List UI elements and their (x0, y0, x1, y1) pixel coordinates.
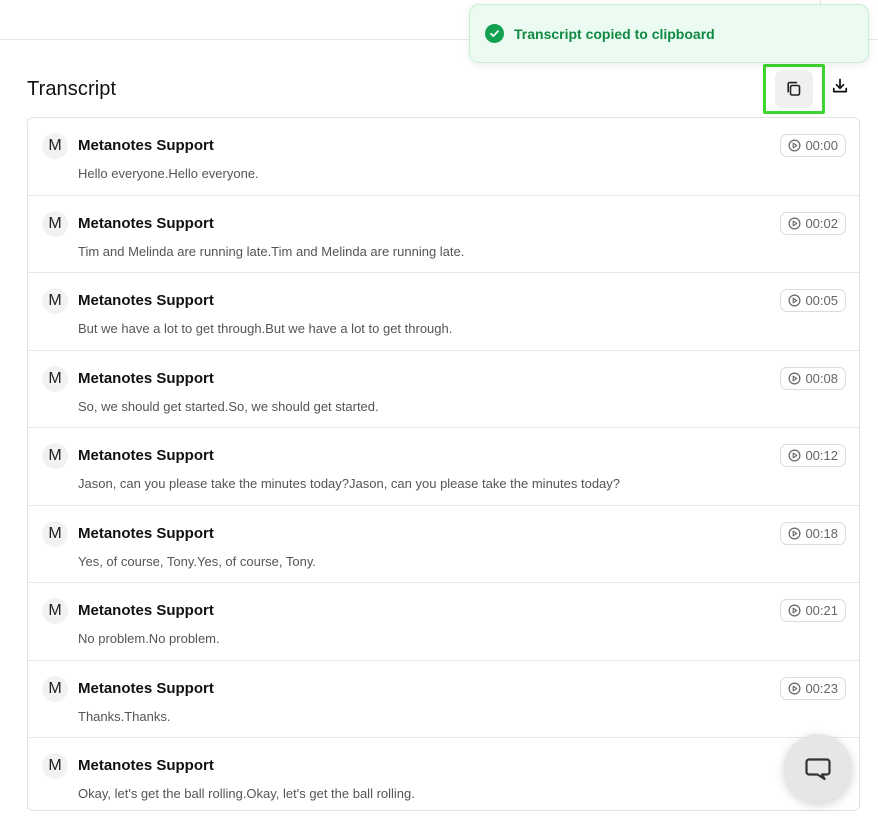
transcript-text: No problem.No problem. (78, 631, 220, 646)
transcript-header: Transcript (27, 64, 859, 114)
speaker-avatar: M (42, 675, 68, 702)
speaker-name: Metanotes Support (78, 602, 214, 619)
timestamp-play-button[interactable]: 00:08 (780, 366, 846, 390)
transcript-text: Hello everyone.Hello everyone. (78, 166, 259, 181)
transcript-text: Thanks.Thanks. (78, 708, 171, 724)
timestamp-label: 00:12 (805, 448, 838, 463)
transcript-row: M Metanotes Support 00:23 Thanks.Thanks. (28, 661, 859, 738)
play-icon (788, 294, 801, 307)
transcript-row: M Metanotes Support 00:12 Jason, can you pl… (28, 428, 859, 506)
speaker-avatar: M (42, 365, 68, 392)
transcript-text: Okay, let's get the ball rolling.Okay, l… (78, 786, 415, 801)
speaker-name: Metanotes Support (78, 757, 214, 774)
timestamp-play-button[interactable]: 00:02 (780, 211, 846, 235)
download-icon (832, 78, 848, 93)
transcript-row: M Metanotes Support Okay, let's get the ba… (28, 738, 859, 810)
download-transcript-button[interactable] (828, 74, 852, 98)
chat-support-button[interactable] (784, 734, 852, 802)
speaker-name: Metanotes Support (78, 369, 214, 387)
timestamp-label: 00:00 (805, 138, 838, 153)
speaker-name: Metanotes Support (78, 447, 214, 464)
timestamp-label: 00:18 (805, 525, 838, 541)
toast-notification: Transcript copied to clipboard (469, 4, 869, 63)
play-icon (788, 217, 801, 229)
transcript-row: M Metanotes Support 00:18 Yes, of course, T… (28, 506, 859, 583)
copy-icon (787, 81, 801, 96)
transcript-row: M Metanotes Support 00:21 No problem.No pro… (28, 583, 859, 661)
transcript-text: Tim and Melinda are running late.Tim and… (78, 243, 465, 259)
speaker-avatar: M (42, 443, 68, 469)
play-icon (788, 372, 801, 384)
copy-transcript-button[interactable] (763, 64, 825, 114)
speaker-avatar: M (42, 520, 68, 547)
speaker-name: Metanotes Support (78, 292, 214, 309)
transcript-row: M Metanotes Support 00:02 Tim and Melinda a… (28, 196, 859, 273)
check-circle-icon (485, 24, 504, 43)
speaker-name: Metanotes Support (78, 679, 214, 697)
transcript-list: M Metanotes Support 00:00 Hello everyone.He… (27, 117, 860, 811)
speaker-avatar: M (42, 133, 68, 159)
transcript-text: Jason, can you please take the minutes t… (78, 476, 621, 491)
timestamp-label: 00:23 (805, 680, 838, 696)
timestamp-play-button[interactable]: 00:18 (780, 521, 846, 545)
speaker-name: Metanotes Support (78, 524, 214, 542)
transcript-row: M Metanotes Support 00:00 Hello everyone.He… (28, 118, 859, 196)
transcript-row: M Metanotes Support 00:05 But we have a lot… (28, 273, 859, 351)
timestamp-play-button[interactable]: 00:00 (780, 134, 846, 157)
timestamp-play-button[interactable]: 00:23 (780, 676, 846, 700)
speaker-name: Metanotes Support (78, 214, 214, 232)
timestamp-label: 00:08 (805, 370, 838, 386)
play-icon (788, 682, 801, 694)
timestamp-label: 00:02 (805, 215, 838, 231)
speaker-avatar: M (42, 210, 68, 237)
transcript-row: M Metanotes Support 00:08 So, we should get… (28, 351, 859, 428)
timestamp-play-button[interactable]: 00:21 (780, 599, 846, 622)
play-icon (788, 139, 801, 152)
speaker-avatar: M (42, 288, 68, 314)
timestamp-play-button[interactable]: 00:12 (780, 444, 846, 467)
timestamp-play-button[interactable]: 00:05 (780, 289, 846, 312)
chat-bubble-icon (805, 758, 831, 781)
transcript-text: So, we should get started.So, we should … (78, 398, 379, 414)
play-icon (788, 449, 801, 462)
speaker-name: Metanotes Support (78, 137, 214, 154)
timestamp-label: 00:21 (805, 603, 838, 618)
transcript-text: But we have a lot to get through.But we … (78, 321, 453, 336)
speaker-avatar: M (42, 598, 68, 624)
play-icon (788, 527, 801, 539)
speaker-avatar: M (42, 753, 68, 779)
transcript-text: Yes, of course, Tony.Yes, of course, Ton… (78, 553, 316, 569)
play-icon (788, 604, 801, 617)
copy-button-surface[interactable] (775, 70, 813, 108)
toast-message: Transcript copied to clipboard (514, 25, 715, 42)
timestamp-label: 00:05 (805, 293, 838, 308)
page-title: Transcript (27, 78, 117, 100)
